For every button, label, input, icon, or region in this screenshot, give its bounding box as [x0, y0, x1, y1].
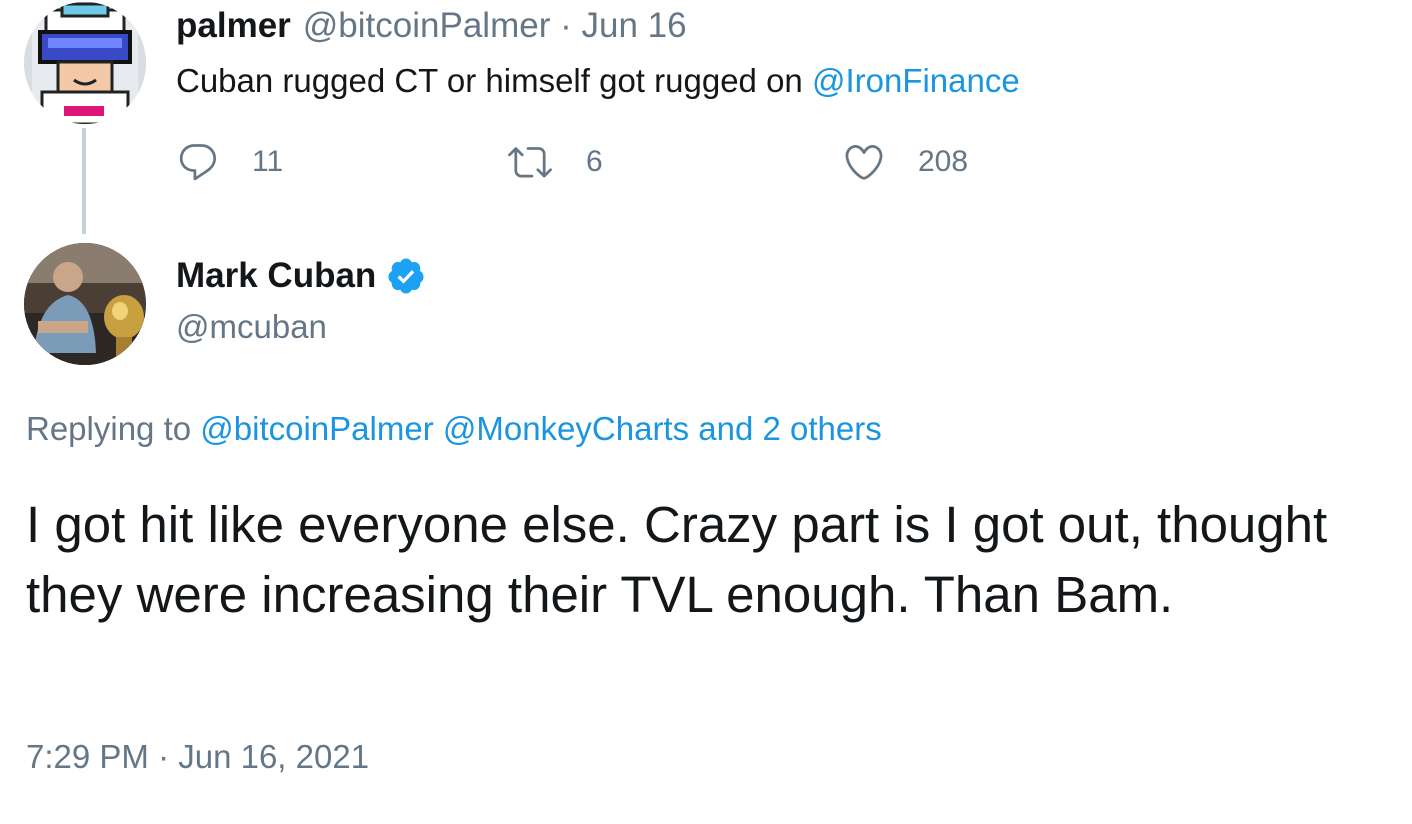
- reply-icon: [179, 144, 217, 181]
- meta-separator: ·: [560, 6, 572, 45]
- mention-ironfinance-link[interactable]: @IronFinance: [812, 62, 1020, 99]
- parent-date[interactable]: Jun 16: [581, 6, 686, 45]
- mcuban-handle[interactable]: @mcuban: [176, 308, 327, 346]
- like-count: 208: [918, 145, 969, 178]
- mcuban-name-row: Mark Cuban: [176, 256, 426, 296]
- retweet-icon: [508, 147, 552, 178]
- replying-to-line: Replying to @bitcoinPalmer @MonkeyCharts…: [26, 410, 882, 448]
- parent-tweet-header: palmer @bitcoinPalmer · Jun 16: [176, 6, 687, 46]
- mcuban-avatar[interactable]: [24, 243, 146, 365]
- parent-meta: @bitcoinPalmer · Jun 16: [303, 6, 687, 45]
- parent-display-name[interactable]: palmer: [176, 6, 291, 45]
- mcuban-display-name[interactable]: Mark Cuban: [176, 256, 376, 296]
- thread-connector-line: [82, 128, 86, 234]
- main-tweet-text: I got hit like everyone else. Crazy part…: [26, 496, 1328, 623]
- mcuban-avatar-image: [24, 243, 146, 365]
- parent-tweet-text: Cuban rugged CT or himself got rugged on…: [176, 62, 1020, 100]
- reply-count: 11: [252, 145, 284, 178]
- retweet-count: 6: [586, 145, 603, 178]
- reply-button[interactable]: 11: [176, 138, 283, 186]
- replying-mention-bitcoinpalmer[interactable]: @bitcoinPalmer: [200, 410, 433, 447]
- parent-handle[interactable]: @bitcoinPalmer: [303, 6, 551, 45]
- parent-text-body: Cuban rugged CT or himself got rugged on: [176, 62, 812, 99]
- replying-prefix: Replying to: [26, 410, 201, 447]
- palmer-avatar[interactable]: [24, 2, 146, 124]
- like-icon: [845, 144, 883, 180]
- verified-badge-icon: [388, 258, 424, 294]
- replying-others-link[interactable]: and 2 others: [689, 410, 881, 447]
- tweet-timestamp[interactable]: 7:29 PM · Jun 16, 2021: [26, 738, 369, 776]
- replying-mention-monkeycharts[interactable]: @MonkeyCharts: [443, 410, 689, 447]
- retweet-button[interactable]: 6: [506, 138, 603, 186]
- palmer-avatar-image: [24, 2, 146, 124]
- like-button[interactable]: 208: [842, 138, 968, 186]
